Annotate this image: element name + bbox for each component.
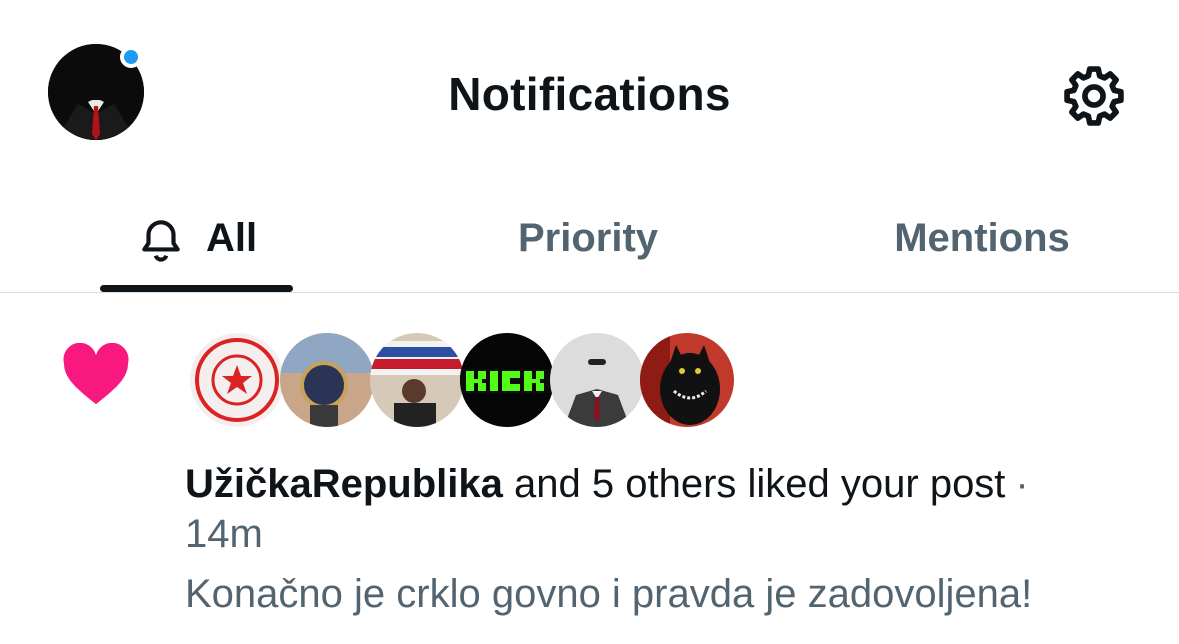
- separator-dot: ·: [1015, 462, 1029, 506]
- notification-time: 14m: [185, 512, 263, 556]
- liker-avatar-suited-man[interactable]: [550, 333, 644, 427]
- gear-icon[interactable]: [1060, 62, 1128, 130]
- notification-tabs: All Priority Mentions: [0, 185, 1179, 293]
- liker-avatar-kick[interactable]: [460, 333, 554, 427]
- tab-mentions-label: Mentions: [894, 216, 1070, 260]
- bell-icon: [142, 219, 180, 262]
- tab-priority-label: Priority: [517, 216, 659, 260]
- notification-summary: UžičkaRepublika and 5 others liked your …: [185, 459, 1029, 509]
- liker-avatar-protest[interactable]: [370, 333, 464, 427]
- tab-all-label: All: [205, 216, 258, 260]
- page-title: Notifications: [448, 68, 731, 120]
- notification-item[interactable]: UžičkaRepublika and 5 others liked your …: [0, 293, 1179, 644]
- active-tab-indicator: [100, 285, 293, 292]
- tab-mentions[interactable]: Mentions: [860, 185, 1104, 292]
- actor-name[interactable]: UžičkaRepublika: [185, 462, 503, 506]
- heart-icon: [63, 343, 129, 405]
- tab-priority[interactable]: Priority: [470, 185, 706, 292]
- post-preview[interactable]: Konačno je crklo govno i pravda je zadov…: [185, 569, 1032, 619]
- tab-all[interactable]: All: [100, 185, 293, 292]
- liker-avatar-uzicka-republika[interactable]: [190, 333, 284, 427]
- top-bar: Notifications: [0, 0, 1179, 185]
- liker-avatar-watch[interactable]: [280, 333, 374, 427]
- action-text: and 5 others liked your post: [514, 462, 1006, 506]
- liker-avatar-black-cat[interactable]: [640, 333, 734, 427]
